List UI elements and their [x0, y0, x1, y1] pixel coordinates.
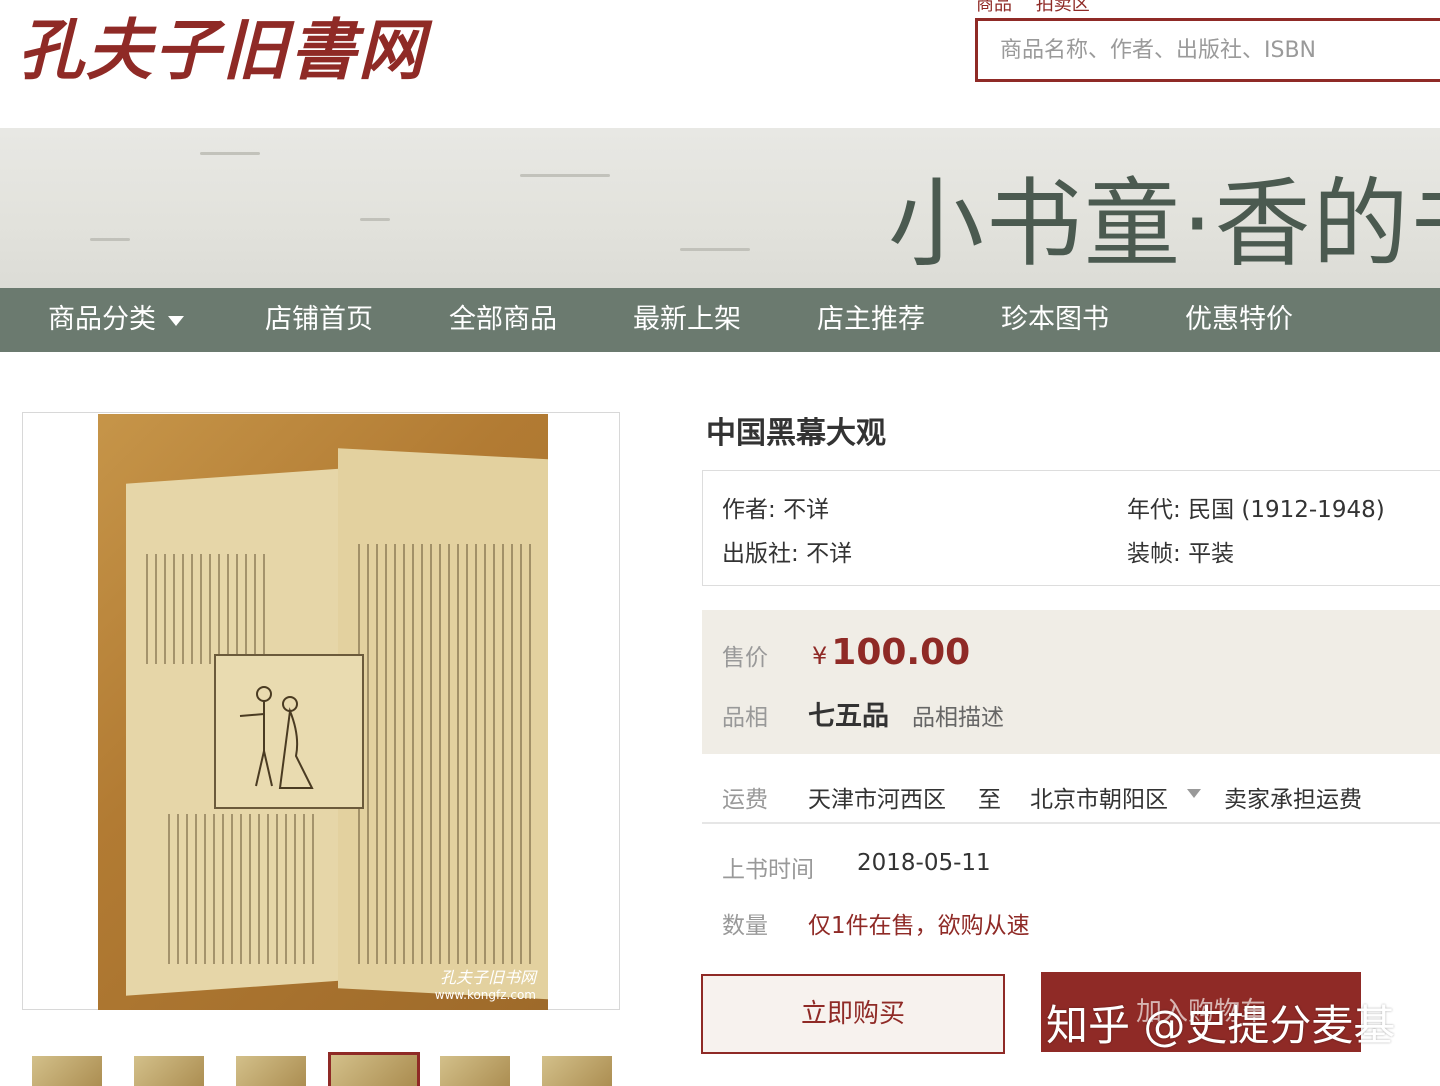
thumbnail-active[interactable]: [328, 1052, 420, 1086]
publisher-label: 出版社:: [722, 541, 799, 567]
product-image[interactable]: 孔夫子旧书网 www.kongfz.com: [98, 414, 548, 1010]
author-attr: 作者: 不详: [722, 490, 829, 524]
product-image-frame: 孔夫子旧书网 www.kongfz.com: [22, 412, 620, 1010]
caret-down-icon: [168, 315, 184, 326]
binding-label: 装帧:: [1127, 541, 1181, 567]
watermark-logo: 孔夫子旧书网: [439, 968, 536, 987]
ship-to-word: 至: [978, 787, 1001, 813]
era-attr: 年代: 民国 (1912-1948): [1127, 490, 1385, 524]
condition-value: 七五品: [808, 701, 889, 732]
watermark-url: www.kongfz.com: [434, 988, 536, 1002]
zhihu-watermark: 知乎 @史提分麦基: [1046, 1001, 1396, 1050]
search-input[interactable]: [978, 21, 1440, 79]
binding-attr: 装帧: 平装: [1127, 534, 1234, 568]
era-value: 民国 (1912-1948): [1188, 497, 1385, 523]
shop-nav: 商品分类 店铺首页 全部商品 最新上架 店主推荐 珍本图书 优惠特价: [0, 288, 1440, 352]
currency-symbol: ¥: [812, 642, 828, 670]
quantity-label: 数量: [722, 913, 768, 939]
quantity-text: 仅1件在售，欲购从速: [808, 913, 1030, 939]
search-tab-auction[interactable]: 拍卖区: [1036, 0, 1090, 15]
divider: [702, 822, 1440, 824]
nav-item-new-arrivals[interactable]: 最新上架: [633, 288, 741, 352]
search-tabs: 商品 拍卖区: [976, 0, 1108, 16]
thumbnail[interactable]: [32, 1056, 102, 1086]
thumbnail-strip: [30, 1052, 630, 1086]
price: ¥100.00: [812, 632, 970, 673]
search-tab-goods[interactable]: 商品: [976, 0, 1012, 15]
listed-date: 2018-05-11: [857, 850, 991, 876]
thumbnail[interactable]: [542, 1056, 612, 1086]
price-label: 售价: [722, 645, 768, 671]
text-column: [146, 554, 266, 664]
text-column: [168, 814, 318, 964]
shipping-label: 运费: [722, 787, 768, 813]
author-label: 作者:: [722, 497, 776, 523]
book-illustration: [214, 654, 364, 809]
buy-now-button[interactable]: 立即购买: [701, 974, 1005, 1054]
condition-label: 品相: [722, 705, 768, 731]
thumbnail[interactable]: [236, 1056, 306, 1086]
product-attributes: [702, 470, 1440, 586]
figures-illustration-icon: [239, 686, 314, 789]
site-header: 孔夫子旧書网 商品 拍卖区: [0, 0, 1440, 128]
site-logo[interactable]: 孔夫子旧書网: [18, 2, 426, 89]
listed-label: 上书时间: [722, 857, 814, 883]
nav-item-discounts[interactable]: 优惠特价: [1185, 288, 1293, 352]
chevron-down-icon[interactable]: [1187, 789, 1201, 798]
nav-item-home[interactable]: 店铺首页: [265, 288, 373, 352]
shipping-note: 卖家承担运费: [1224, 787, 1362, 813]
banner-texture: [360, 218, 390, 221]
publisher-attr: 出版社: 不详: [722, 534, 852, 568]
image-watermark: 孔夫子旧书网 www.kongfz.com: [435, 964, 536, 1002]
thumbnail[interactable]: [440, 1056, 510, 1086]
banner-texture: [90, 238, 130, 241]
banner-texture: [200, 152, 260, 155]
thumbnail[interactable]: [134, 1056, 204, 1086]
ship-to-select[interactable]: 北京市朝阳区: [1030, 780, 1168, 814]
era-label: 年代:: [1127, 497, 1181, 523]
nav-item-categories[interactable]: 商品分类: [48, 288, 184, 352]
shop-name: 小书童·香的书: [888, 168, 1440, 280]
price-value: 100.00: [831, 632, 971, 673]
nav-item-label: 商品分类: [48, 304, 156, 335]
author-value: 不详: [783, 497, 830, 523]
condition-description-link[interactable]: 品相描述: [912, 698, 1004, 732]
search-box: [975, 18, 1440, 82]
banner-texture: [680, 248, 750, 251]
nav-item-rare-books[interactable]: 珍本图书: [1001, 288, 1109, 352]
binding-value: 平装: [1188, 541, 1235, 567]
banner-texture: [520, 174, 610, 177]
shop-banner: 小书童·香的书: [0, 128, 1440, 288]
nav-item-recommended[interactable]: 店主推荐: [817, 288, 925, 352]
publisher-value: 不详: [806, 541, 853, 567]
nav-item-all-products[interactable]: 全部商品: [449, 288, 557, 352]
ship-from: 天津市河西区: [808, 787, 946, 813]
product-title: 中国黑幕大观: [706, 416, 886, 451]
text-column: [358, 544, 538, 964]
